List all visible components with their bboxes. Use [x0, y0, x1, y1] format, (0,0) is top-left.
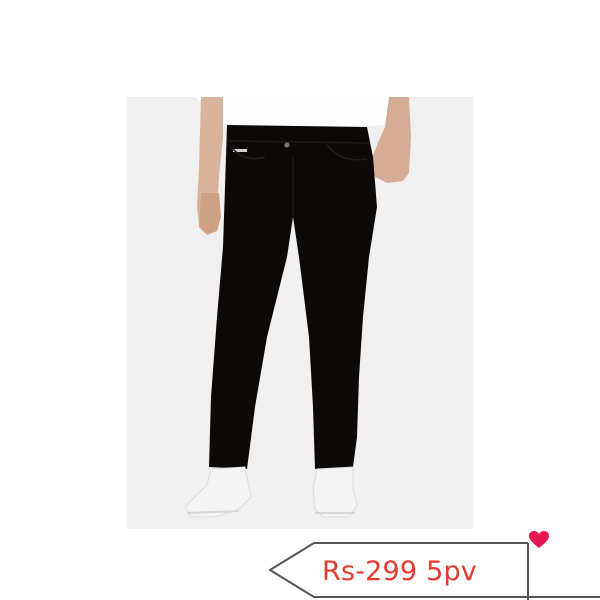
price-label: Rs-299 5pv [322, 556, 477, 587]
product-image[interactable] [127, 97, 473, 529]
product-card: Rs-299 5pv [0, 0, 600, 600]
heart-icon[interactable] [529, 531, 549, 549]
